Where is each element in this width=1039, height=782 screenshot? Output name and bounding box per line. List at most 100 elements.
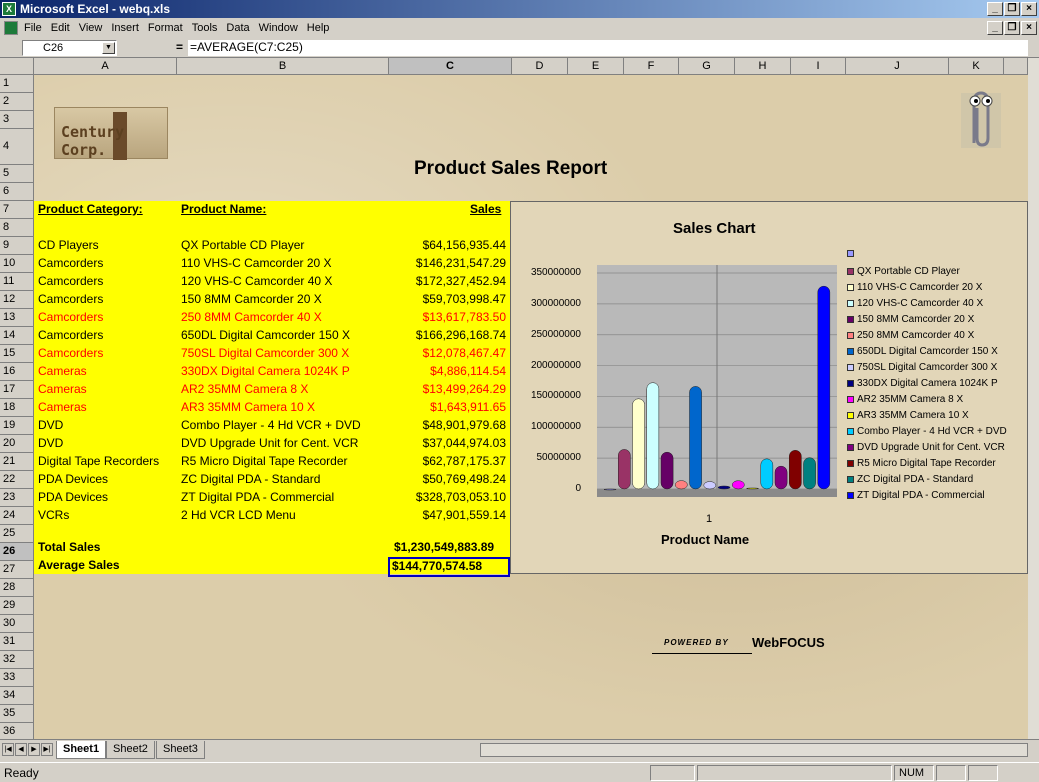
last-sheet-icon[interactable]: ▶| (41, 743, 53, 756)
row-header[interactable]: 16 (0, 363, 34, 381)
cell-sales[interactable]: $328,703,053.10 (334, 489, 506, 506)
tab-sheet3[interactable]: Sheet3 (156, 741, 205, 759)
name-box[interactable]: C26 ▼ (22, 40, 117, 56)
bar-0[interactable] (603, 488, 617, 491)
sales-chart[interactable]: Sales Chart 0 50000000 100000000 150000000 2… (510, 201, 1028, 574)
doc-restore-button[interactable]: ❐ (1004, 21, 1020, 35)
row-header[interactable]: 27 (0, 561, 34, 579)
cell-sales[interactable]: $146,231,547.29 (334, 255, 506, 272)
row-header[interactable]: 1 (0, 75, 34, 93)
cell-sales[interactable]: $4,886,114.54 (334, 363, 506, 380)
cell-sales[interactable]: $172,327,452.94 (334, 273, 506, 290)
row-header[interactable]: 15 (0, 345, 34, 363)
row-header[interactable]: 18 (0, 399, 34, 417)
row-header[interactable]: 20 (0, 435, 34, 453)
row-header[interactable]: 13 (0, 309, 34, 327)
close-button[interactable]: × (1021, 2, 1037, 16)
column-header-c[interactable]: C (389, 58, 512, 75)
formula-input[interactable]: =AVERAGE(C7:C25) (188, 40, 1028, 56)
row-header[interactable]: 30 (0, 615, 34, 633)
menu-edit[interactable]: Edit (51, 22, 70, 34)
cell-product-category[interactable]: Camcorders (38, 327, 103, 344)
menu-tools[interactable]: Tools (192, 22, 218, 34)
row-header[interactable]: 17 (0, 381, 34, 399)
row-header[interactable]: 25 (0, 525, 34, 543)
total-sales-label[interactable]: Total Sales (38, 539, 100, 556)
row-header[interactable]: 21 (0, 453, 34, 471)
bar-12[interactable] (774, 465, 788, 490)
document-icon[interactable] (4, 21, 18, 35)
row-header[interactable]: 14 (0, 327, 34, 345)
column-header-e[interactable]: E (568, 58, 624, 75)
header-product-name[interactable]: Product Name: (181, 201, 266, 218)
first-sheet-icon[interactable]: |◀ (2, 743, 14, 756)
menu-insert[interactable]: Insert (111, 22, 139, 34)
doc-minimize-button[interactable]: _ (987, 21, 1003, 35)
row-header[interactable]: 22 (0, 471, 34, 489)
row-header[interactable]: 4 (0, 129, 34, 165)
cell-sales[interactable]: $64,156,935.44 (334, 237, 506, 254)
row-header[interactable]: 3 (0, 111, 34, 129)
row-header[interactable]: 35 (0, 705, 34, 723)
cell-product-category[interactable]: Cameras (38, 363, 87, 380)
bar-11[interactable] (760, 458, 774, 490)
cell-product-category[interactable]: PDA Devices (38, 471, 108, 488)
bar-2[interactable] (632, 398, 645, 490)
cell-product-name[interactable]: DVD Upgrade Unit for Cent. VCR (181, 435, 358, 452)
row-header[interactable]: 8 (0, 219, 34, 237)
cell-product-name[interactable]: AR3 35MM Camera 10 X (181, 399, 315, 416)
cell-product-name[interactable]: QX Portable CD Player (181, 237, 304, 254)
bar-6[interactable] (689, 386, 702, 490)
column-header-blank[interactable] (1004, 58, 1028, 75)
cell-sales[interactable]: $50,769,498.24 (334, 471, 506, 488)
cell-product-name[interactable]: 110 VHS-C Camcorder 20 X (181, 255, 332, 272)
cell-product-name[interactable]: 330DX Digital Camera 1024K P (181, 363, 350, 380)
row-header[interactable]: 7 (0, 201, 34, 219)
doc-close-button[interactable]: × (1021, 21, 1037, 35)
select-all-corner[interactable] (0, 58, 34, 75)
column-header-g[interactable]: G (679, 58, 735, 75)
average-sales-label[interactable]: Average Sales (38, 557, 120, 574)
cell-sales[interactable]: $13,499,264.29 (334, 381, 506, 398)
menu-view[interactable]: View (79, 22, 103, 34)
cell-product-name[interactable]: 650DL Digital Camcorder 150 X (181, 327, 350, 344)
column-header-j[interactable]: J (846, 58, 949, 75)
restore-button[interactable]: ❐ (1004, 2, 1020, 16)
bar-3[interactable] (646, 382, 660, 490)
row-header[interactable]: 9 (0, 237, 34, 255)
cell-product-name[interactable]: ZT Digital PDA - Commercial (181, 489, 334, 506)
cell-product-category[interactable]: VCRs (38, 507, 69, 524)
row-header[interactable]: 34 (0, 687, 34, 705)
total-sales-value[interactable]: $1,230,549,883.89 (394, 539, 494, 556)
column-header-f[interactable]: F (624, 58, 679, 75)
minimize-button[interactable]: _ (987, 2, 1003, 16)
bar-15[interactable] (817, 285, 831, 490)
row-header[interactable]: 26 (0, 543, 34, 561)
cell-product-name[interactable]: 250 8MM Camcorder 40 X (181, 309, 322, 326)
tab-sheet1[interactable]: Sheet1 (56, 741, 107, 759)
cell-sales[interactable]: $13,617,783.50 (334, 309, 506, 326)
cell-sales[interactable]: $62,787,175.37 (334, 453, 506, 470)
row-header[interactable]: 6 (0, 183, 34, 201)
column-header-b[interactable]: B (177, 58, 389, 75)
row-header[interactable]: 23 (0, 489, 34, 507)
row-header[interactable]: 11 (0, 273, 34, 291)
bar-9[interactable] (732, 480, 745, 490)
row-header[interactable]: 2 (0, 93, 34, 111)
cell-product-category[interactable]: CD Players (38, 237, 99, 254)
header-sales[interactable]: Sales (470, 201, 501, 218)
row-header[interactable]: 5 (0, 165, 34, 183)
cell-product-category[interactable]: Camcorders (38, 345, 103, 362)
column-header-h[interactable]: H (735, 58, 791, 75)
bar-4[interactable] (660, 451, 674, 490)
column-header-d[interactable]: D (512, 58, 568, 75)
cell-product-name[interactable]: 150 8MM Camcorder 20 X (181, 291, 322, 308)
excel-app-icon[interactable]: X (2, 2, 16, 16)
bar-5[interactable] (675, 480, 688, 490)
vertical-scrollbar[interactable] (1028, 58, 1039, 739)
bar-1[interactable] (618, 449, 631, 490)
chevron-down-icon[interactable]: ▼ (102, 42, 115, 54)
office-assistant-icon[interactable] (959, 83, 1004, 153)
bar-7[interactable] (703, 481, 717, 490)
row-header[interactable]: 31 (0, 633, 34, 651)
